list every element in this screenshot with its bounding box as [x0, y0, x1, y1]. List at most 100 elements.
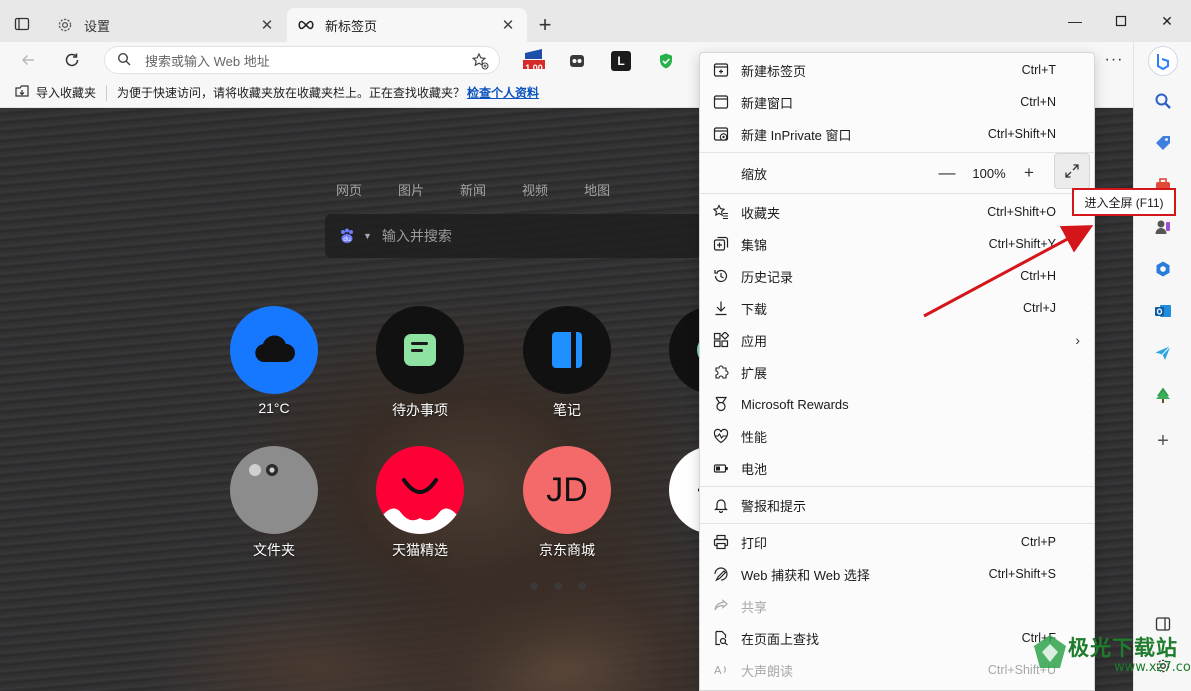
menu-item-web-capture[interactable]: Web 捕获和 Web 选择 Ctrl+Shift+S: [700, 558, 1094, 590]
cloud-icon: [230, 306, 318, 394]
refresh-icon[interactable]: [58, 46, 86, 74]
shield-icon[interactable]: [655, 50, 677, 72]
search-tab[interactable]: 视频: [522, 180, 548, 199]
menu-item-label: 集锦: [741, 237, 768, 253]
download-icon: [712, 299, 730, 317]
tab-settings[interactable]: 设置 ✕: [46, 8, 286, 42]
extension-l-icon[interactable]: L: [611, 51, 631, 71]
battery-icon: [712, 459, 730, 477]
settings-and-more-button[interactable]: ···: [1100, 46, 1128, 74]
menu-item-new-window[interactable]: 新建窗口 Ctrl+N: [700, 86, 1094, 118]
tile-todo[interactable]: 待办事项: [370, 306, 470, 420]
zoom-in-button[interactable]: +: [1018, 162, 1040, 184]
menu-item-label: 收藏夹: [741, 205, 781, 221]
annotation-arrow: [923, 225, 1094, 318]
search-tab[interactable]: 图片: [398, 180, 424, 199]
search-tab[interactable]: 新闻: [460, 180, 486, 199]
import-favorites-label: 导入收藏夹: [36, 86, 97, 100]
maximize-icon[interactable]: [1098, 6, 1144, 36]
menu-item-extensions[interactable]: 扩展: [700, 356, 1094, 388]
shopping-tag-icon[interactable]: [1151, 131, 1175, 155]
collections-icon: [712, 235, 730, 253]
menu-item-new-tab[interactable]: 新建标签页 Ctrl+T: [700, 54, 1094, 86]
check-profile-link[interactable]: 检查个人资料: [467, 84, 539, 101]
menu-item-label: Web 捕获和 Web 选择: [741, 567, 870, 583]
add-icon[interactable]: +: [1151, 429, 1175, 453]
new-tab-button[interactable]: +: [532, 12, 558, 38]
tmall-icon: [376, 446, 464, 534]
divider: [106, 84, 108, 101]
extension-icon[interactable]: [566, 50, 588, 72]
search-tab[interactable]: 网页: [336, 180, 362, 199]
menu-item-inprivate[interactable]: 新建 InPrivate 窗口 Ctrl+Shift+N: [700, 118, 1094, 150]
outlook-icon[interactable]: [1151, 299, 1175, 323]
tile-folder[interactable]: 文件夹: [224, 446, 324, 560]
tile-jd[interactable]: JD 京东商城: [517, 446, 617, 560]
menu-item-rewards[interactable]: Microsoft Rewards: [700, 388, 1094, 420]
tile-weather[interactable]: 21°C: [224, 306, 324, 416]
svg-text:A: A: [714, 664, 722, 677]
tab-new-tab[interactable]: 新标签页 ✕: [287, 8, 527, 42]
chevron-down-icon[interactable]: ▼: [363, 231, 372, 241]
fullscreen-icon: [1065, 164, 1079, 178]
tab-actions-icon[interactable]: [10, 12, 34, 36]
search-tab[interactable]: 地图: [584, 180, 610, 199]
tile-label: 21°C: [258, 400, 290, 416]
tree-icon[interactable]: [1151, 383, 1175, 407]
menu-item-label: 历史记录: [741, 269, 794, 285]
page-dot[interactable]: [554, 582, 562, 590]
back-icon[interactable]: [14, 46, 42, 74]
page-dot[interactable]: [578, 582, 586, 590]
menu-item-label: 新建 InPrivate 窗口: [741, 127, 852, 143]
menu-item-shortcut: Ctrl+T: [1021, 63, 1056, 77]
menu-item-share: 共享: [700, 590, 1094, 622]
minimize-icon[interactable]: —: [1052, 6, 1098, 36]
send-icon[interactable]: [1151, 341, 1175, 365]
menu-item-battery[interactable]: 电池: [700, 452, 1094, 484]
read-aloud-icon: A: [712, 661, 730, 679]
close-window-icon[interactable]: ✕: [1144, 6, 1190, 36]
tile-label: 待办事项: [392, 402, 448, 418]
capture-icon: [712, 565, 730, 583]
games-icon[interactable]: [1151, 215, 1175, 239]
menu-item-shortcut: Ctrl+P: [1020, 535, 1056, 549]
close-icon[interactable]: ✕: [258, 16, 276, 34]
close-icon[interactable]: ✕: [499, 16, 517, 34]
address-placeholder: 搜索或输入 Web 地址: [145, 53, 270, 69]
page-dot[interactable]: [530, 582, 538, 590]
notes-icon: [523, 306, 611, 394]
watermark-url: www.xz7.com: [1114, 660, 1191, 675]
baidu-icon[interactable]: du: [337, 226, 357, 246]
search-icon[interactable]: [1151, 89, 1175, 113]
tab-title: 设置: [84, 18, 111, 34]
extension-badge: 1.00: [525, 63, 543, 73]
bing-chat-icon[interactable]: [1148, 46, 1178, 76]
infinity-icon: [297, 16, 315, 34]
search-icon: [117, 52, 131, 69]
watermark-text: 极光下载站: [1068, 636, 1178, 660]
menu-item-zoom: 缩放 — 100% +: [700, 153, 1094, 189]
menu-item-print[interactable]: 打印 Ctrl+P: [700, 526, 1094, 558]
address-bar[interactable]: 搜索或输入 Web 地址: [104, 46, 500, 74]
new-window-icon: [712, 93, 730, 111]
menu-item-label: 大声朗读: [741, 663, 794, 679]
fullscreen-button[interactable]: [1054, 153, 1090, 189]
watermark: 极光下载站 www.xz7.com: [1030, 628, 1191, 688]
find-icon: [712, 629, 730, 647]
add-favorite-icon[interactable]: [469, 50, 491, 72]
share-icon: [712, 597, 730, 615]
zoom-out-button[interactable]: —: [936, 162, 958, 184]
title-bar: 设置 ✕ 新标签页 ✕ + — ✕: [0, 0, 1191, 42]
menu-item-alerts[interactable]: 警报和提示: [700, 489, 1094, 521]
menu-item-performance[interactable]: 性能: [700, 420, 1094, 452]
inprivate-icon: [712, 125, 730, 143]
microsoft365-icon[interactable]: [1151, 257, 1175, 281]
menu-item-shortcut: Ctrl+Shift+S: [988, 567, 1056, 581]
tile-notes[interactable]: 笔记: [517, 306, 617, 420]
import-favorites-button[interactable]: 导入收藏夹: [14, 83, 96, 102]
tile-tmall[interactable]: 天猫精选: [370, 446, 470, 560]
menu-item-label: 警报和提示: [741, 498, 807, 514]
page-search-input[interactable]: du ▼ 输入并搜索: [325, 214, 705, 258]
divider: [700, 152, 1094, 153]
rewards-icon: [712, 395, 730, 413]
